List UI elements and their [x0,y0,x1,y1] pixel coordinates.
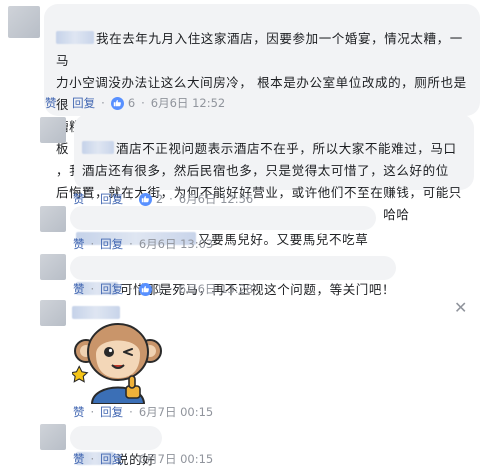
like-link[interactable]: 赞 [73,451,85,467]
comment-bubble: 说的好 [70,426,162,467]
reaction-count[interactable]: 6 [128,96,135,110]
like-link[interactable]: 赞 [45,95,57,111]
commenter-name[interactable] [56,31,94,44]
comment-body: 又要馬兒好。又要馬兒不吃草 [198,232,369,247]
comment-actions: 赞 · 回复 · 6月7日 00:15 [73,404,213,420]
separator: · [129,282,133,296]
reply-link[interactable]: 回复 [100,451,123,467]
reply-link[interactable]: 回复 [100,281,123,297]
avatar[interactable] [40,424,66,450]
separator: · [141,96,145,110]
comment-bubble: 又要馬兒好。又要馬兒不吃草 [70,206,376,247]
thumbs-up-icon[interactable] [138,192,152,206]
timestamp[interactable]: 6月6日 12:56 [179,191,253,207]
separator: · [129,192,133,206]
like-link[interactable]: 赞 [73,281,85,297]
timestamp[interactable]: 6月6日 13:03 [139,236,213,252]
comment-actions: 赞 · 回复 · 2 · 6月6日 12:56 [73,191,253,207]
commenter-name[interactable] [82,141,114,154]
comment-actions: 赞 · 回复 · 6月6日 13:03 [73,236,213,252]
like-link[interactable]: 赞 [73,191,85,207]
separator: · [90,237,95,251]
comment-bubble: 酒店不正视问题表示酒店不在乎，所以大家不能难过，马口 酒店还有很多，然后民宿也多… [74,114,474,222]
avatar[interactable] [8,6,40,38]
comment-actions: 赞 · 回复 · 6 · 6月6日 12:52 [45,95,225,111]
thumbs-up-icon[interactable] [138,282,152,296]
avatar[interactable] [40,300,66,326]
avatar[interactable] [40,254,66,280]
reply-link[interactable]: 回复 [100,404,123,420]
separator: · [129,452,133,466]
separator: · [169,192,173,206]
comment-actions: 赞 · 回复 · 1 · 6月6日 13:28 [73,281,253,297]
timestamp[interactable]: 6月6日 12:52 [151,95,225,111]
separator: · [90,452,95,466]
comment-bubble: 可惜那是死马，再不正视这个问题，等关门吧！ [70,256,396,297]
like-link[interactable]: 赞 [73,236,85,252]
timestamp[interactable]: 6月6日 13:28 [179,281,253,297]
like-link[interactable]: 赞 [73,404,85,420]
reply-link[interactable]: 回复 [100,191,123,207]
separator: · [129,237,133,251]
reaction-count[interactable]: 1 [156,282,163,296]
timestamp[interactable]: 6月7日 00:15 [139,451,213,467]
avatar[interactable] [40,206,66,232]
comment-actions: 赞 · 回复 · 6月7日 00:15 [73,451,213,467]
separator: · [169,282,173,296]
timestamp[interactable]: 6月7日 00:15 [139,404,213,420]
separator: · [62,96,67,110]
separator: · [129,405,133,419]
reaction-count[interactable]: 2 [156,192,163,206]
reply-link[interactable]: 回复 [72,95,95,111]
monkey-thumbs-up-sticker [72,323,162,404]
separator: · [101,96,105,110]
separator: · [90,192,95,206]
separator: · [90,405,95,419]
separator: · [90,282,95,296]
thumbs-up-icon[interactable] [110,96,124,110]
avatar[interactable] [40,117,66,143]
close-icon[interactable]: ✕ [454,300,467,316]
reply-link[interactable]: 回复 [100,236,123,252]
